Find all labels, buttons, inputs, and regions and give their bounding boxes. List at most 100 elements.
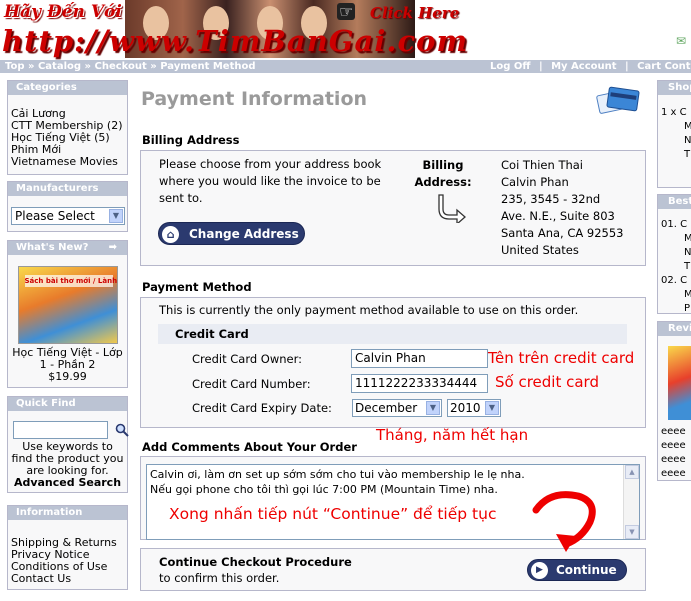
bestseller-item[interactable]: 02. C — [658, 273, 691, 287]
breadcrumb-separator: » — [84, 61, 91, 72]
link-separator: | — [625, 61, 629, 72]
comment-line: Calvin ơi, làm ơn set up sớm sớm cho tui… — [150, 468, 525, 481]
continue-button[interactable]: ▶ Continue — [527, 559, 627, 581]
cart-contents-link[interactable]: Cart Contents — [637, 61, 691, 72]
bestseller-sub: M — [658, 231, 691, 245]
play-icon: ▶ — [531, 562, 548, 579]
cart-line-sub: M — [658, 119, 691, 133]
change-address-label: Change Address — [189, 227, 299, 241]
billing-panel: Please choose from your address book whe… — [140, 150, 646, 266]
information-list: Shipping & Returns Privacy Notice Condit… — [8, 520, 127, 589]
whats-new-title-text: What's New? — [16, 242, 89, 253]
product-price: $19.99 — [48, 370, 87, 383]
whats-new-body: Sách bài thơ mới / Lành & Hay Học Tiếng … — [8, 255, 127, 387]
expiry-month-select[interactable]: December ▼ — [352, 399, 442, 417]
chevron-down-icon[interactable]: ▼ — [485, 401, 499, 415]
billing-address-label: Billing Address: — [414, 158, 472, 189]
click-here-link[interactable]: Click Here — [370, 4, 459, 22]
bestseller-sub: M — [658, 287, 691, 301]
pointing-hand-icon: ☞ — [337, 2, 356, 21]
cart-line-sub: T — [684, 149, 691, 160]
breadcrumb-separator: » — [150, 61, 157, 72]
textarea-scrollbar[interactable]: ▲ ▼ — [623, 465, 639, 539]
search-hint: Use keywords to find the product you are… — [11, 440, 124, 477]
breadcrumb: Top » Catalog » Checkout » Payment Metho… — [5, 60, 256, 73]
cart-icon: ✉ — [676, 34, 687, 48]
breadcrumb-checkout[interactable]: Checkout — [94, 61, 146, 72]
arrow-down-right-icon — [438, 194, 466, 223]
manufacturers-title: Manufacturers — [8, 182, 127, 196]
manufacturers-select-value: Please Select — [15, 209, 95, 223]
information-title: Information — [8, 506, 127, 520]
bestseller-sub: P — [684, 303, 691, 314]
address-line: United States — [501, 243, 579, 257]
info-link-contact[interactable]: Contact Us — [11, 573, 124, 585]
arrow-right-icon[interactable]: ➡ — [109, 241, 117, 255]
expiry-label: Credit Card Expiry Date: — [192, 401, 332, 415]
quick-find-box: Quick Find Use keywords to find the prod… — [7, 396, 129, 493]
breadcrumb-payment[interactable]: Payment Method — [160, 61, 255, 72]
cart-line-sub: N — [684, 135, 691, 146]
comments-section-title: Add Comments About Your Order — [142, 440, 357, 454]
breadcrumb-separator: » — [28, 61, 35, 72]
search-input[interactable] — [13, 421, 108, 439]
review-text: eeee — [661, 454, 686, 465]
chevron-down-icon[interactable]: ▼ — [109, 209, 123, 223]
bestseller-item[interactable]: 01. C — [658, 209, 691, 231]
chevron-down-icon[interactable]: ▼ — [426, 401, 440, 415]
review-text: eeee — [661, 468, 686, 479]
product-image-text: Sách bài thơ mới / Lành & Hay — [24, 275, 118, 287]
card-number-input[interactable]: 1111222233334444 — [351, 374, 488, 393]
cart-line[interactable]: 1 x C — [658, 95, 691, 119]
brand-logo[interactable]: http://www.TimBanGai.com — [2, 24, 468, 58]
review-product-image[interactable] — [668, 346, 691, 420]
breadcrumb-catalog[interactable]: Catalog — [38, 61, 81, 72]
breadcrumb-top[interactable]: Top — [5, 61, 25, 72]
whats-new-title: What's New? ➡ — [8, 241, 127, 255]
payment-note: This is currently the only payment metho… — [159, 303, 579, 317]
owner-label: Credit Card Owner: — [192, 352, 303, 366]
expiry-year-value: 2010 — [450, 401, 481, 415]
continue-label: Continue — [556, 563, 617, 577]
manufacturers-body: Please Select ▼ — [8, 196, 127, 225]
address-line: Ave. N.E., Suite 803 — [501, 209, 615, 223]
change-address-button[interactable]: ⌂ Change Address — [158, 222, 305, 245]
annotation-arrow-icon — [532, 491, 596, 552]
expiry-year-select[interactable]: 2010 ▼ — [447, 399, 501, 417]
scroll-up-icon[interactable]: ▲ — [625, 465, 639, 479]
bestseller-sub: T — [684, 261, 691, 272]
breadcrumb-bar: Top » Catalog » Checkout » Payment Metho… — [0, 60, 691, 73]
reviews-box: Revi eeee eeee eeee eeee eeee — [657, 321, 691, 481]
page-title: Payment Information — [141, 88, 368, 110]
categories-title: Categories — [8, 81, 127, 95]
address-line: Santa Ana, CA 92553 — [501, 226, 624, 240]
quick-find-body: Use keywords to find the product you are… — [8, 411, 129, 493]
expiry-month-value: December — [355, 401, 418, 415]
product-name[interactable]: Học Tiếng Việt - Lớp 1 - Phần 2 — [11, 347, 124, 371]
billing-instructions: Please choose from your address book whe… — [159, 157, 382, 205]
card-owner-input[interactable]: Calvin Phan — [351, 349, 488, 368]
whats-new-box: What's New? ➡ Sách bài thơ mới / Lành & … — [7, 240, 128, 388]
product-image[interactable]: Sách bài thơ mới / Lành & Hay — [17, 266, 118, 344]
scroll-down-icon[interactable]: ▼ — [625, 525, 639, 539]
category-item[interactable]: Vietnamese Movies — [11, 156, 124, 168]
search-icon[interactable] — [115, 423, 129, 437]
annotation-number: Số credit card — [495, 373, 599, 391]
continue-title: Continue Checkout Procedure — [159, 555, 352, 569]
brand-tagline: Hãy Đến Với — [4, 2, 122, 22]
advanced-search-link[interactable]: Advanced Search — [11, 477, 124, 489]
shopping-cart-title: Shop — [658, 81, 691, 95]
logoff-link[interactable]: Log Off — [490, 61, 530, 72]
shopping-cart-box: Shop 1 x C M N T — [657, 80, 691, 188]
continue-subtitle: to confirm this order. — [159, 571, 280, 585]
home-icon: ⌂ — [162, 226, 179, 243]
my-account-link[interactable]: My Account — [551, 61, 616, 72]
address-line: Coi Thien Thai — [501, 158, 583, 172]
manufacturers-select[interactable]: Please Select ▼ — [11, 207, 125, 225]
bestsellers-title: Best — [658, 195, 691, 209]
annotation-owner: Tên trên credit card — [488, 349, 635, 367]
review-text: eeee — [658, 480, 691, 481]
header-links: Log Off | My Account | Cart Contents — [490, 60, 691, 73]
credit-card-method[interactable]: Credit Card — [158, 324, 627, 344]
credit-card-icon — [596, 86, 640, 114]
